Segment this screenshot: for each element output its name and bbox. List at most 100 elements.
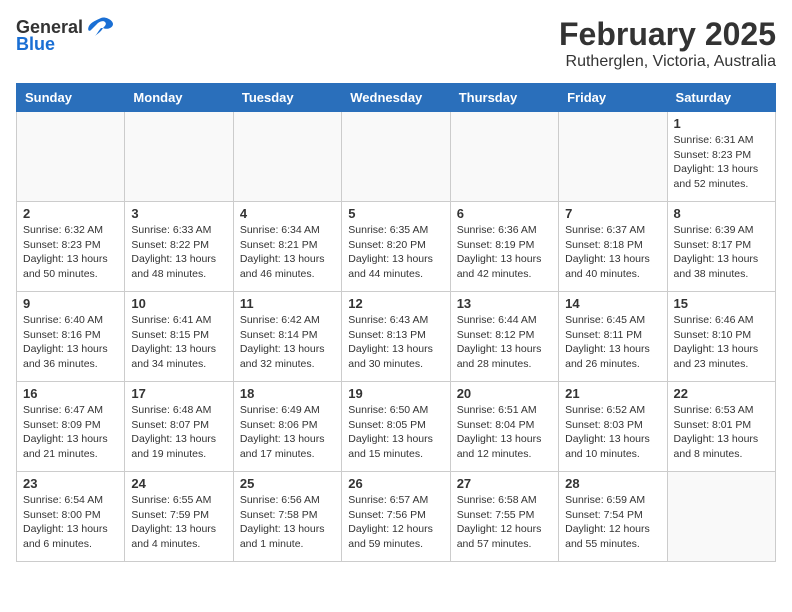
- calendar-cell: 4Sunrise: 6:34 AM Sunset: 8:21 PM Daylig…: [233, 202, 341, 292]
- calendar-cell: 11 Sunrise: 6:42 AM Sunset: 8:14 PM Dayli…: [233, 292, 341, 382]
- day-info: Sunrise: 6:37 AM Sunset: 8:18 PM Dayligh…: [565, 223, 660, 282]
- calendar-cell: [125, 112, 233, 202]
- logo: General Blue: [16, 16, 115, 55]
- calendar-cell: 19 Sunrise: 6:50 AM Sunset: 8:05 PM Dayli…: [342, 382, 450, 472]
- day-info: Sunrise: 6:31 AM Sunset: 8:23 PM Dayligh…: [674, 133, 769, 192]
- day-info: Sunrise: 6:55 AM Sunset: 7:59 PM Dayligh…: [131, 493, 226, 552]
- day-number: 28: [565, 476, 660, 491]
- main-title: February 2025: [559, 16, 776, 53]
- calendar-cell: 5Sunrise: 6:35 AM Sunset: 8:20 PM Daylig…: [342, 202, 450, 292]
- day-number: 25: [240, 476, 335, 491]
- day-info: Sunrise: 6:43 AM Sunset: 8:13 PM Dayligh…: [348, 313, 443, 372]
- day-number: 8: [674, 206, 769, 221]
- calendar-cell: 24 Sunrise: 6:55 AM Sunset: 7:59 PM Dayli…: [125, 472, 233, 562]
- calendar-cell: 1Sunrise: 6:31 AM Sunset: 8:23 PM Daylig…: [667, 112, 775, 202]
- day-number: 23: [23, 476, 118, 491]
- day-info: Sunrise: 6:40 AM Sunset: 8:16 PM Dayligh…: [23, 313, 118, 372]
- calendar-cell: [667, 472, 775, 562]
- calendar-header-row: SundayMondayTuesdayWednesdayThursdayFrid…: [17, 84, 776, 112]
- calendar-weekday-tuesday: Tuesday: [233, 84, 341, 112]
- day-number: 19: [348, 386, 443, 401]
- day-number: 26: [348, 476, 443, 491]
- calendar-weekday-thursday: Thursday: [450, 84, 558, 112]
- page-header: General Blue February 2025 Rutherglen, V…: [16, 16, 776, 71]
- day-info: Sunrise: 6:42 AM Sunset: 8:14 PM Dayligh…: [240, 313, 335, 372]
- calendar-weekday-monday: Monday: [125, 84, 233, 112]
- day-number: 9: [23, 296, 118, 311]
- day-number: 22: [674, 386, 769, 401]
- day-number: 17: [131, 386, 226, 401]
- day-info: Sunrise: 6:45 AM Sunset: 8:11 PM Dayligh…: [565, 313, 660, 372]
- day-info: Sunrise: 6:52 AM Sunset: 8:03 PM Dayligh…: [565, 403, 660, 462]
- day-number: 18: [240, 386, 335, 401]
- calendar-cell: [17, 112, 125, 202]
- calendar-cell: 12 Sunrise: 6:43 AM Sunset: 8:13 PM Dayli…: [342, 292, 450, 382]
- calendar-cell: 28 Sunrise: 6:59 AM Sunset: 7:54 PM Dayli…: [559, 472, 667, 562]
- day-info: Sunrise: 6:57 AM Sunset: 7:56 PM Dayligh…: [348, 493, 443, 552]
- day-number: 27: [457, 476, 552, 491]
- day-info: Sunrise: 6:59 AM Sunset: 7:54 PM Dayligh…: [565, 493, 660, 552]
- day-info: Sunrise: 6:50 AM Sunset: 8:05 PM Dayligh…: [348, 403, 443, 462]
- day-number: 24: [131, 476, 226, 491]
- day-info: Sunrise: 6:49 AM Sunset: 8:06 PM Dayligh…: [240, 403, 335, 462]
- calendar-cell: 16Sunrise: 6:47 AM Sunset: 8:09 PM Dayli…: [17, 382, 125, 472]
- day-number: 7: [565, 206, 660, 221]
- day-number: 14: [565, 296, 660, 311]
- calendar-cell: 26 Sunrise: 6:57 AM Sunset: 7:56 PM Dayli…: [342, 472, 450, 562]
- day-info: Sunrise: 6:54 AM Sunset: 8:00 PM Dayligh…: [23, 493, 118, 552]
- calendar-cell: 13 Sunrise: 6:44 AM Sunset: 8:12 PM Dayli…: [450, 292, 558, 382]
- calendar-cell: 15Sunrise: 6:46 AM Sunset: 8:10 PM Dayli…: [667, 292, 775, 382]
- day-number: 6: [457, 206, 552, 221]
- calendar-cell: 27 Sunrise: 6:58 AM Sunset: 7:55 PM Dayli…: [450, 472, 558, 562]
- calendar-cell: 22 Sunrise: 6:53 AM Sunset: 8:01 PM Dayli…: [667, 382, 775, 472]
- calendar-cell: [233, 112, 341, 202]
- calendar-week-row: 16Sunrise: 6:47 AM Sunset: 8:09 PM Dayli…: [17, 382, 776, 472]
- calendar-cell: 3 Sunrise: 6:33 AM Sunset: 8:22 PM Daylig…: [125, 202, 233, 292]
- day-number: 21: [565, 386, 660, 401]
- day-number: 2: [23, 206, 118, 221]
- calendar-cell: 10Sunrise: 6:41 AM Sunset: 8:15 PM Dayli…: [125, 292, 233, 382]
- day-number: 15: [674, 296, 769, 311]
- calendar-cell: 14 Sunrise: 6:45 AM Sunset: 8:11 PM Dayli…: [559, 292, 667, 382]
- calendar-cell: 6 Sunrise: 6:36 AM Sunset: 8:19 PM Daylig…: [450, 202, 558, 292]
- calendar-cell: [450, 112, 558, 202]
- calendar-cell: [342, 112, 450, 202]
- day-number: 4: [240, 206, 335, 221]
- calendar-weekday-friday: Friday: [559, 84, 667, 112]
- day-info: Sunrise: 6:58 AM Sunset: 7:55 PM Dayligh…: [457, 493, 552, 552]
- calendar-cell: 25 Sunrise: 6:56 AM Sunset: 7:58 PM Dayli…: [233, 472, 341, 562]
- calendar-weekday-sunday: Sunday: [17, 84, 125, 112]
- calendar-cell: 23 Sunrise: 6:54 AM Sunset: 8:00 PM Dayli…: [17, 472, 125, 562]
- day-info: Sunrise: 6:51 AM Sunset: 8:04 PM Dayligh…: [457, 403, 552, 462]
- day-info: Sunrise: 6:35 AM Sunset: 8:20 PM Dayligh…: [348, 223, 443, 282]
- day-info: Sunrise: 6:48 AM Sunset: 8:07 PM Dayligh…: [131, 403, 226, 462]
- subtitle: Rutherglen, Victoria, Australia: [559, 53, 776, 71]
- calendar-table: SundayMondayTuesdayWednesdayThursdayFrid…: [16, 83, 776, 562]
- calendar-cell: 21 Sunrise: 6:52 AM Sunset: 8:03 PM Dayli…: [559, 382, 667, 472]
- day-number: 11: [240, 296, 335, 311]
- day-info: Sunrise: 6:53 AM Sunset: 8:01 PM Dayligh…: [674, 403, 769, 462]
- calendar-cell: 7 Sunrise: 6:37 AM Sunset: 8:18 PM Daylig…: [559, 202, 667, 292]
- calendar-week-row: 9 Sunrise: 6:40 AM Sunset: 8:16 PM Daylig…: [17, 292, 776, 382]
- day-info: Sunrise: 6:56 AM Sunset: 7:58 PM Dayligh…: [240, 493, 335, 552]
- day-number: 3: [131, 206, 226, 221]
- calendar-cell: 8Sunrise: 6:39 AM Sunset: 8:17 PM Daylig…: [667, 202, 775, 292]
- calendar-cell: 20 Sunrise: 6:51 AM Sunset: 8:04 PM Dayli…: [450, 382, 558, 472]
- day-number: 12: [348, 296, 443, 311]
- day-info: Sunrise: 6:32 AM Sunset: 8:23 PM Dayligh…: [23, 223, 118, 282]
- day-number: 20: [457, 386, 552, 401]
- day-number: 13: [457, 296, 552, 311]
- calendar-week-row: 1Sunrise: 6:31 AM Sunset: 8:23 PM Daylig…: [17, 112, 776, 202]
- day-info: Sunrise: 6:47 AM Sunset: 8:09 PM Dayligh…: [23, 403, 118, 462]
- calendar-cell: 17 Sunrise: 6:48 AM Sunset: 8:07 PM Dayli…: [125, 382, 233, 472]
- title-block: February 2025 Rutherglen, Victoria, Aust…: [559, 16, 776, 71]
- calendar-cell: 2 Sunrise: 6:32 AM Sunset: 8:23 PM Daylig…: [17, 202, 125, 292]
- day-info: Sunrise: 6:44 AM Sunset: 8:12 PM Dayligh…: [457, 313, 552, 372]
- calendar-weekday-wednesday: Wednesday: [342, 84, 450, 112]
- calendar-cell: 9 Sunrise: 6:40 AM Sunset: 8:16 PM Daylig…: [17, 292, 125, 382]
- calendar-cell: 18 Sunrise: 6:49 AM Sunset: 8:06 PM Dayli…: [233, 382, 341, 472]
- day-info: Sunrise: 6:36 AM Sunset: 8:19 PM Dayligh…: [457, 223, 552, 282]
- day-info: Sunrise: 6:33 AM Sunset: 8:22 PM Dayligh…: [131, 223, 226, 282]
- day-info: Sunrise: 6:41 AM Sunset: 8:15 PM Dayligh…: [131, 313, 226, 372]
- calendar-week-row: 23 Sunrise: 6:54 AM Sunset: 8:00 PM Dayli…: [17, 472, 776, 562]
